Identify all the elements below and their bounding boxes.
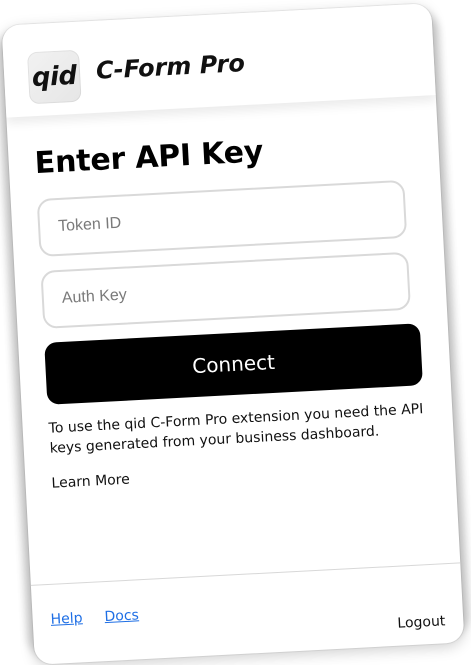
logout-link[interactable]: Logout — [397, 613, 446, 631]
footer-divider — [30, 562, 461, 586]
footer-links: Help Docs — [50, 607, 139, 628]
extension-popup: qid C-Form Pro Enter API Key Connect To … — [1, 3, 465, 665]
token-id-input[interactable] — [55, 199, 389, 238]
brand-logo: qid — [26, 49, 82, 105]
auth-key-input[interactable] — [59, 271, 392, 309]
page-title: Enter API Key — [33, 134, 265, 182]
logo-text: qid — [31, 60, 78, 94]
token-id-field[interactable] — [36, 179, 408, 258]
docs-link[interactable]: Docs — [104, 607, 139, 625]
connect-button[interactable]: Connect — [44, 323, 423, 405]
help-text: To use the qid C-Form Pro extension you … — [48, 401, 424, 457]
auth-key-field[interactable] — [40, 251, 411, 329]
help-link[interactable]: Help — [50, 610, 83, 628]
app-title: C-Form Pro — [95, 49, 246, 85]
main-content: Enter API Key Connect To use the qid C-F… — [33, 127, 424, 514]
learn-more-link[interactable]: Learn More — [51, 472, 130, 492]
